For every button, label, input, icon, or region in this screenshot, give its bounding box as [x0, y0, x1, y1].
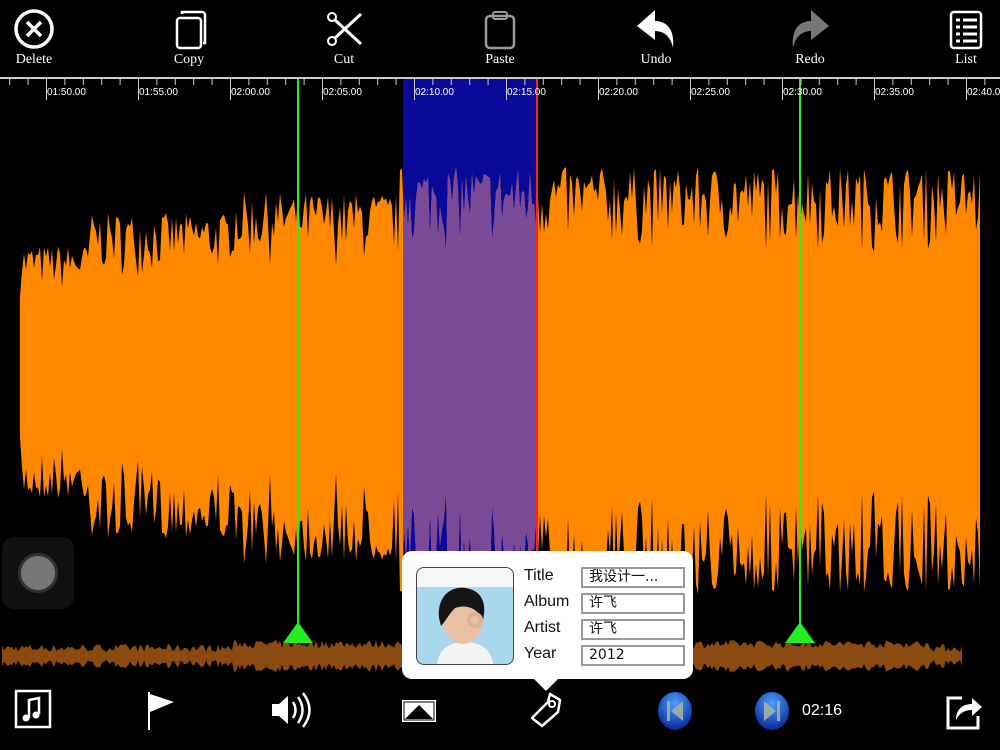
undo-button[interactable]: Undo: [616, 8, 696, 68]
copy-button[interactable]: Copy: [149, 8, 229, 68]
ruler-label: 02:20.00: [599, 87, 638, 98]
share-button[interactable]: [944, 688, 984, 737]
artist-label: Artist: [524, 619, 561, 636]
tag-icon: [530, 692, 562, 728]
ruler-label: 02:05.00: [323, 87, 362, 98]
next-button[interactable]: [754, 688, 790, 737]
volume-button[interactable]: [270, 688, 312, 737]
delete-button[interactable]: Delete: [0, 8, 74, 68]
music-icon: [14, 689, 52, 729]
scissors-icon: [327, 12, 363, 46]
ruler-label: 02:15.00: [507, 87, 546, 98]
artist-field[interactable]: 许飞: [581, 619, 685, 640]
assistive-touch-knob: [18, 553, 58, 593]
ruler-label: 01:50.00: [47, 87, 86, 98]
clipboard-icon: [484, 11, 516, 50]
previous-icon: [658, 692, 692, 730]
paste-button[interactable]: Paste: [460, 8, 540, 68]
undo-icon: [637, 10, 674, 48]
album-cover-image: [416, 567, 514, 665]
metadata-popup: Title 我设计一... Album 许飞 Artist 许飞 Year 20…: [402, 551, 693, 691]
previous-button[interactable]: [657, 688, 693, 737]
cut-label: Cut: [333, 52, 355, 67]
ruler-label: 02:00.00: [231, 87, 270, 98]
volume-icon: [272, 692, 311, 728]
ruler-label: 02:25.00: [691, 87, 730, 98]
ruler-label: 02:30.00: [783, 87, 822, 98]
ruler-label: 01:55.00: [139, 87, 178, 98]
delete-label: Delete: [15, 52, 53, 67]
share-icon: [946, 696, 982, 730]
ruler-label: 02:10.00: [415, 87, 454, 98]
start-marker-handle[interactable]: [283, 622, 313, 643]
music-library-button[interactable]: [14, 688, 54, 735]
album-label: Album: [524, 593, 570, 610]
cut-button[interactable]: Cut: [304, 8, 384, 68]
next-icon: [755, 692, 789, 730]
delete-icon: [14, 9, 54, 49]
ruler-label: 02:40.00: [967, 87, 1000, 98]
album-field[interactable]: 许飞: [581, 593, 685, 614]
year-field[interactable]: 2012: [581, 645, 685, 666]
flag-button[interactable]: [144, 688, 180, 737]
copy-label: Copy: [173, 52, 205, 67]
title-field[interactable]: 我设计一...: [581, 567, 685, 588]
current-time: 02:16: [802, 702, 843, 719]
redo-label: Redo: [795, 52, 825, 67]
paste-label: Paste: [485, 52, 515, 67]
redo-button[interactable]: Redo: [770, 8, 850, 68]
airplay-button[interactable]: [400, 688, 438, 737]
list-button[interactable]: List: [926, 8, 1000, 68]
undo-label: Undo: [640, 52, 672, 67]
flag-icon: [148, 692, 174, 730]
end-marker-handle[interactable]: [785, 622, 815, 643]
list-icon: [949, 10, 983, 50]
redo-icon: [792, 10, 829, 48]
ruler-label: 02:35.00: [875, 87, 914, 98]
title-label: Title: [524, 567, 554, 584]
year-label: Year: [524, 645, 557, 662]
copy-icon: [175, 10, 207, 50]
tag-button[interactable]: [528, 688, 564, 737]
airplay-icon: [402, 700, 436, 722]
assistive-touch-button[interactable]: [2, 537, 74, 609]
list-label: List: [955, 52, 977, 67]
